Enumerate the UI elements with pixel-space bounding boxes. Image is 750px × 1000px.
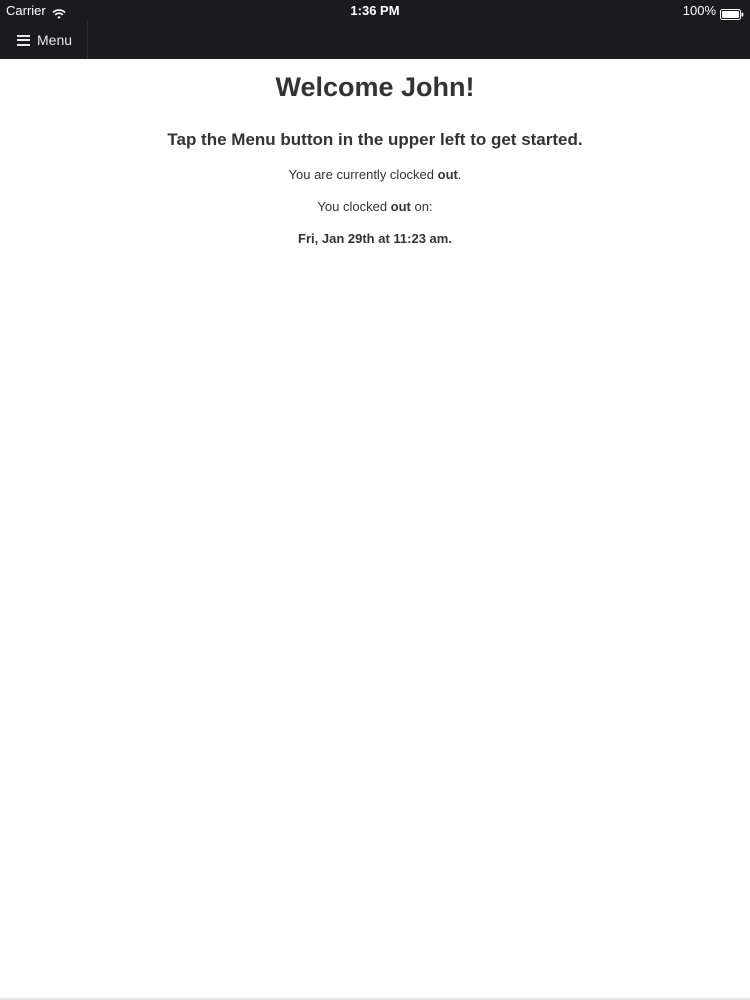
last-clock-prefix: You clocked (317, 199, 391, 214)
status-right: 100% (683, 0, 744, 21)
page-title: Welcome John! (275, 72, 475, 102)
menu-button-label: Menu (37, 32, 73, 48)
battery-percent: 100% (682, 3, 716, 18)
hamburger-icon (17, 34, 30, 46)
last-clock-value: out (390, 199, 411, 214)
last-clock-timestamp: Fri, Jan 29th at 11:23 am. (298, 231, 452, 246)
clock-status-value: out (437, 167, 458, 182)
clock-status-text: You are currently clocked out. (0, 166, 750, 184)
clock-status-prefix: You are currently clocked (288, 167, 438, 182)
instructions-heading: Tap the Menu button in the upper left to… (167, 130, 583, 149)
last-clock-text: You clocked out on: (0, 198, 750, 216)
battery-icon (720, 5, 744, 20)
last-clock-suffix: on: (410, 199, 433, 214)
clock-status-suffix: . (457, 167, 462, 182)
menu-button[interactable]: Menu (0, 21, 88, 59)
status-bar: Carrier 1:36 PM 100% (0, 0, 750, 21)
main-content: Welcome John! Tap the Menu button in the… (0, 59, 750, 248)
nav-bar: Menu (0, 21, 750, 59)
clock: 1:36 PM (350, 3, 400, 18)
